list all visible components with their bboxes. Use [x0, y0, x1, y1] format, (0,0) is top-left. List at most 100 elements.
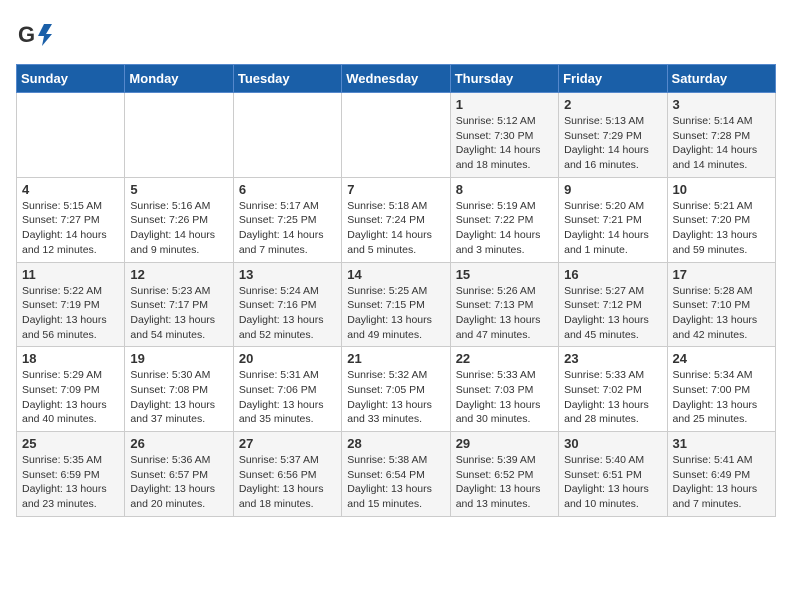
- day-detail: Sunrise: 5:32 AM Sunset: 7:05 PM Dayligh…: [347, 368, 444, 427]
- calendar-cell: 5 Sunrise: 5:16 AM Sunset: 7:26 PM Daylig…: [125, 177, 233, 262]
- day-detail: Sunrise: 5:40 AM Sunset: 6:51 PM Dayligh…: [564, 453, 661, 512]
- day-number: 11: [22, 267, 119, 282]
- day-detail: Sunrise: 5:27 AM Sunset: 7:12 PM Dayligh…: [564, 284, 661, 343]
- calendar-cell: 13 Sunrise: 5:24 AM Sunset: 7:16 PM Dayli…: [233, 262, 341, 347]
- day-detail: Sunrise: 5:29 AM Sunset: 7:09 PM Dayligh…: [22, 368, 119, 427]
- calendar-cell: 4 Sunrise: 5:15 AM Sunset: 7:27 PM Daylig…: [17, 177, 125, 262]
- day-detail: Sunrise: 5:18 AM Sunset: 7:24 PM Dayligh…: [347, 199, 444, 258]
- day-number: 25: [22, 436, 119, 451]
- calendar-cell: [17, 93, 125, 178]
- day-detail: Sunrise: 5:34 AM Sunset: 7:00 PM Dayligh…: [673, 368, 770, 427]
- day-detail: Sunrise: 5:16 AM Sunset: 7:26 PM Dayligh…: [130, 199, 227, 258]
- calendar-cell: 17 Sunrise: 5:28 AM Sunset: 7:10 PM Dayli…: [667, 262, 775, 347]
- day-detail: Sunrise: 5:35 AM Sunset: 6:59 PM Dayligh…: [22, 453, 119, 512]
- weekday-header-sunday: Sunday: [17, 65, 125, 93]
- day-detail: Sunrise: 5:36 AM Sunset: 6:57 PM Dayligh…: [130, 453, 227, 512]
- svg-text:G: G: [18, 22, 35, 47]
- day-number: 20: [239, 351, 336, 366]
- calendar-cell: 23 Sunrise: 5:33 AM Sunset: 7:02 PM Dayli…: [559, 347, 667, 432]
- calendar-cell: 10Sunrise: 5:21 AM Sunset: 7:20 PM Dayli…: [667, 177, 775, 262]
- calendar-table: SundayMondayTuesdayWednesdayThursdayFrid…: [16, 64, 776, 517]
- day-number: 23: [564, 351, 661, 366]
- day-number: 21: [347, 351, 444, 366]
- calendar-cell: 14Sunrise: 5:25 AM Sunset: 7:15 PM Dayli…: [342, 262, 450, 347]
- day-detail: Sunrise: 5:23 AM Sunset: 7:17 PM Dayligh…: [130, 284, 227, 343]
- day-number: 7: [347, 182, 444, 197]
- calendar-cell: 20 Sunrise: 5:31 AM Sunset: 7:06 PM Dayli…: [233, 347, 341, 432]
- day-number: 22: [456, 351, 553, 366]
- day-number: 1: [456, 97, 553, 112]
- day-number: 15: [456, 267, 553, 282]
- day-number: 4: [22, 182, 119, 197]
- weekday-header-wednesday: Wednesday: [342, 65, 450, 93]
- weekday-header-saturday: Saturday: [667, 65, 775, 93]
- calendar-cell: [342, 93, 450, 178]
- day-number: 24: [673, 351, 770, 366]
- day-detail: Sunrise: 5:41 AM Sunset: 6:49 PM Dayligh…: [673, 453, 770, 512]
- calendar-cell: 31 Sunrise: 5:41 AM Sunset: 6:49 PM Dayli…: [667, 432, 775, 517]
- day-detail: Sunrise: 5:17 AM Sunset: 7:25 PM Dayligh…: [239, 199, 336, 258]
- day-detail: Sunrise: 5:24 AM Sunset: 7:16 PM Dayligh…: [239, 284, 336, 343]
- day-number: 16: [564, 267, 661, 282]
- calendar-cell: 8 Sunrise: 5:19 AM Sunset: 7:22 PM Daylig…: [450, 177, 558, 262]
- day-detail: Sunrise: 5:33 AM Sunset: 7:02 PM Dayligh…: [564, 368, 661, 427]
- day-detail: Sunrise: 5:14 AM Sunset: 7:28 PM Dayligh…: [673, 114, 770, 173]
- day-detail: Sunrise: 5:26 AM Sunset: 7:13 PM Dayligh…: [456, 284, 553, 343]
- weekday-header-tuesday: Tuesday: [233, 65, 341, 93]
- day-number: 17: [673, 267, 770, 282]
- day-detail: Sunrise: 5:39 AM Sunset: 6:52 PM Dayligh…: [456, 453, 553, 512]
- day-detail: Sunrise: 5:22 AM Sunset: 7:19 PM Dayligh…: [22, 284, 119, 343]
- day-detail: Sunrise: 5:19 AM Sunset: 7:22 PM Dayligh…: [456, 199, 553, 258]
- day-number: 29: [456, 436, 553, 451]
- calendar-cell: [233, 93, 341, 178]
- calendar-cell: 24 Sunrise: 5:34 AM Sunset: 7:00 PM Dayli…: [667, 347, 775, 432]
- day-number: 9: [564, 182, 661, 197]
- day-number: 12: [130, 267, 227, 282]
- calendar-cell: 9Sunrise: 5:20 AM Sunset: 7:21 PM Daylig…: [559, 177, 667, 262]
- calendar-cell: 29 Sunrise: 5:39 AM Sunset: 6:52 PM Dayli…: [450, 432, 558, 517]
- day-number: 13: [239, 267, 336, 282]
- logo: G: [16, 16, 56, 52]
- logo-icon: G: [16, 16, 52, 52]
- calendar-cell: 16 Sunrise: 5:27 AM Sunset: 7:12 PM Dayli…: [559, 262, 667, 347]
- calendar-cell: 21 Sunrise: 5:32 AM Sunset: 7:05 PM Dayli…: [342, 347, 450, 432]
- calendar-cell: 2Sunrise: 5:13 AM Sunset: 7:29 PM Daylig…: [559, 93, 667, 178]
- day-detail: Sunrise: 5:37 AM Sunset: 6:56 PM Dayligh…: [239, 453, 336, 512]
- calendar-cell: 7 Sunrise: 5:18 AM Sunset: 7:24 PM Daylig…: [342, 177, 450, 262]
- calendar-cell: 30 Sunrise: 5:40 AM Sunset: 6:51 PM Dayli…: [559, 432, 667, 517]
- day-detail: Sunrise: 5:12 AM Sunset: 7:30 PM Dayligh…: [456, 114, 553, 173]
- day-number: 31: [673, 436, 770, 451]
- calendar-cell: 1 Sunrise: 5:12 AM Sunset: 7:30 PM Daylig…: [450, 93, 558, 178]
- day-detail: Sunrise: 5:31 AM Sunset: 7:06 PM Dayligh…: [239, 368, 336, 427]
- day-detail: Sunrise: 5:30 AM Sunset: 7:08 PM Dayligh…: [130, 368, 227, 427]
- calendar-cell: 27 Sunrise: 5:37 AM Sunset: 6:56 PM Dayli…: [233, 432, 341, 517]
- calendar-cell: 18 Sunrise: 5:29 AM Sunset: 7:09 PM Dayli…: [17, 347, 125, 432]
- day-number: 26: [130, 436, 227, 451]
- day-number: 10: [673, 182, 770, 197]
- calendar-cell: 11 Sunrise: 5:22 AM Sunset: 7:19 PM Dayli…: [17, 262, 125, 347]
- day-number: 19: [130, 351, 227, 366]
- calendar-cell: 12 Sunrise: 5:23 AM Sunset: 7:17 PM Dayli…: [125, 262, 233, 347]
- page-header: G: [16, 16, 776, 52]
- day-number: 30: [564, 436, 661, 451]
- day-number: 6: [239, 182, 336, 197]
- day-number: 27: [239, 436, 336, 451]
- day-number: 14: [347, 267, 444, 282]
- calendar-cell: 28Sunrise: 5:38 AM Sunset: 6:54 PM Dayli…: [342, 432, 450, 517]
- calendar-cell: 19 Sunrise: 5:30 AM Sunset: 7:08 PM Dayli…: [125, 347, 233, 432]
- day-number: 5: [130, 182, 227, 197]
- day-number: 3: [673, 97, 770, 112]
- calendar-cell: 26 Sunrise: 5:36 AM Sunset: 6:57 PM Dayli…: [125, 432, 233, 517]
- calendar-cell: 22 Sunrise: 5:33 AM Sunset: 7:03 PM Dayli…: [450, 347, 558, 432]
- weekday-header-monday: Monday: [125, 65, 233, 93]
- day-number: 8: [456, 182, 553, 197]
- day-detail: Sunrise: 5:13 AM Sunset: 7:29 PM Dayligh…: [564, 114, 661, 173]
- day-detail: Sunrise: 5:33 AM Sunset: 7:03 PM Dayligh…: [456, 368, 553, 427]
- day-detail: Sunrise: 5:15 AM Sunset: 7:27 PM Dayligh…: [22, 199, 119, 258]
- day-number: 28: [347, 436, 444, 451]
- calendar-cell: 6 Sunrise: 5:17 AM Sunset: 7:25 PM Daylig…: [233, 177, 341, 262]
- day-number: 18: [22, 351, 119, 366]
- day-detail: Sunrise: 5:28 AM Sunset: 7:10 PM Dayligh…: [673, 284, 770, 343]
- calendar-cell: 3 Sunrise: 5:14 AM Sunset: 7:28 PM Daylig…: [667, 93, 775, 178]
- calendar-cell: 15 Sunrise: 5:26 AM Sunset: 7:13 PM Dayli…: [450, 262, 558, 347]
